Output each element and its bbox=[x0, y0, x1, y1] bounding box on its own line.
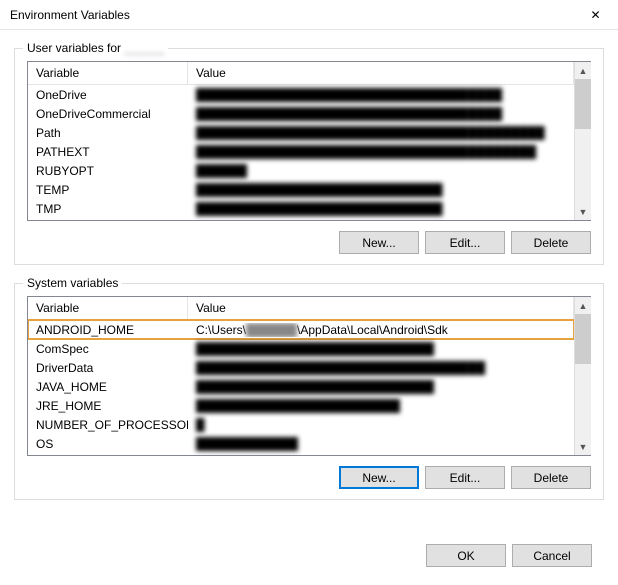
table-row[interactable]: OS████████████ bbox=[28, 434, 574, 453]
cell-variable: ComSpec bbox=[28, 342, 188, 356]
cell-variable: TEMP bbox=[28, 183, 188, 197]
cell-value: ████████████████████████████ bbox=[188, 342, 574, 356]
cell-value: █████████████████████████████ bbox=[188, 202, 574, 216]
user-label-prefix: User variables for bbox=[27, 41, 124, 55]
cell-value: ████████████████████████████████████████… bbox=[188, 126, 574, 140]
system-buttons: New... Edit... Delete bbox=[27, 466, 591, 489]
ok-button[interactable]: OK bbox=[426, 544, 506, 567]
table-row[interactable]: OneDrive████████████████████████████████… bbox=[28, 85, 574, 104]
dialog-content: User variables for ______ Variable Value… bbox=[0, 30, 618, 530]
cell-variable: RUBYOPT bbox=[28, 164, 188, 178]
cell-value: ████████████████████████████████████ bbox=[188, 88, 574, 102]
user-col-variable[interactable]: Variable bbox=[28, 62, 188, 84]
dialog-footer: OK Cancel bbox=[0, 530, 618, 581]
system-scrollbar[interactable]: ▲ ▼ bbox=[574, 297, 591, 455]
cell-value: █████████████████████████████ bbox=[188, 183, 574, 197]
cell-value: C:\Users\██████\AppData\Local\Android\Sd… bbox=[188, 323, 574, 337]
table-row[interactable]: OneDriveCommercial██████████████████████… bbox=[28, 104, 574, 123]
cell-value: █ bbox=[188, 418, 574, 432]
table-row[interactable]: DriverData██████████████████████████████… bbox=[28, 358, 574, 377]
user-buttons: New... Edit... Delete bbox=[27, 231, 591, 254]
scroll-up-icon[interactable]: ▲ bbox=[575, 62, 591, 79]
system-new-button[interactable]: New... bbox=[339, 466, 419, 489]
cell-variable: NUMBER_OF_PROCESSORS bbox=[28, 418, 188, 432]
cell-value: ████████████ bbox=[188, 437, 574, 451]
user-new-button[interactable]: New... bbox=[339, 231, 419, 254]
system-variables-table[interactable]: Variable Value ANDROID_HOMEC:\Users\████… bbox=[27, 296, 591, 456]
scroll-thumb[interactable] bbox=[575, 79, 591, 129]
table-row[interactable]: ANDROID_HOMEC:\Users\██████\AppData\Loca… bbox=[28, 320, 574, 339]
table-row[interactable]: RUBYOPT██████ bbox=[28, 161, 574, 180]
user-edit-button[interactable]: Edit... bbox=[425, 231, 505, 254]
cell-variable: TMP bbox=[28, 202, 188, 216]
system-variables-label: System variables bbox=[23, 276, 122, 290]
cell-value: ██████████████████████████████████ bbox=[188, 361, 574, 375]
cell-variable: Path bbox=[28, 126, 188, 140]
cell-variable: DriverData bbox=[28, 361, 188, 375]
user-variables-label: User variables for ______ bbox=[23, 41, 168, 55]
user-table-header: Variable Value bbox=[28, 62, 574, 85]
cell-variable: JAVA_HOME bbox=[28, 380, 188, 394]
close-icon: ✕ bbox=[590, 8, 600, 22]
user-scrollbar[interactable]: ▲ ▼ bbox=[574, 62, 591, 220]
system-col-variable[interactable]: Variable bbox=[28, 297, 188, 319]
cell-variable: OneDriveCommercial bbox=[28, 107, 188, 121]
table-row[interactable]: JAVA_HOME████████████████████████████ bbox=[28, 377, 574, 396]
cell-variable: JRE_HOME bbox=[28, 399, 188, 413]
system-variables-group: System variables Variable Value ANDROID_… bbox=[14, 283, 604, 500]
table-row[interactable]: Path████████████████████████████████████… bbox=[28, 123, 574, 142]
system-delete-button[interactable]: Delete bbox=[511, 466, 591, 489]
titlebar: Environment Variables ✕ bbox=[0, 0, 618, 30]
cell-variable: OS bbox=[28, 437, 188, 451]
cell-variable: PATHEXT bbox=[28, 145, 188, 159]
cell-value: ████████████████████████████████████████ bbox=[188, 145, 574, 159]
scroll-down-icon[interactable]: ▼ bbox=[575, 438, 591, 455]
cell-variable: OneDrive bbox=[28, 88, 188, 102]
user-variables-table[interactable]: Variable Value OneDrive█████████████████… bbox=[27, 61, 591, 221]
scroll-up-icon[interactable]: ▲ bbox=[575, 297, 591, 314]
user-label-username: ______ bbox=[124, 41, 164, 55]
cell-value: ████████████████████████████████████ bbox=[188, 107, 574, 121]
table-row[interactable]: NUMBER_OF_PROCESSORS█ bbox=[28, 415, 574, 434]
close-button[interactable]: ✕ bbox=[573, 0, 618, 30]
table-row[interactable]: TMP█████████████████████████████ bbox=[28, 199, 574, 218]
scroll-thumb[interactable] bbox=[575, 314, 591, 364]
user-col-value[interactable]: Value bbox=[188, 62, 574, 84]
cell-variable: ANDROID_HOME bbox=[28, 323, 188, 337]
user-delete-button[interactable]: Delete bbox=[511, 231, 591, 254]
table-row[interactable]: ComSpec████████████████████████████ bbox=[28, 339, 574, 358]
cell-value: ████████████████████████ bbox=[188, 399, 574, 413]
system-table-header: Variable Value bbox=[28, 297, 574, 320]
window-title: Environment Variables bbox=[10, 8, 573, 22]
cancel-button[interactable]: Cancel bbox=[512, 544, 592, 567]
table-row[interactable]: PATHEXT█████████████████████████████████… bbox=[28, 142, 574, 161]
table-row[interactable]: TEMP█████████████████████████████ bbox=[28, 180, 574, 199]
system-col-value[interactable]: Value bbox=[188, 297, 574, 319]
user-variables-group: User variables for ______ Variable Value… bbox=[14, 48, 604, 265]
scroll-track[interactable] bbox=[575, 79, 591, 203]
scroll-track[interactable] bbox=[575, 314, 591, 438]
system-edit-button[interactable]: Edit... bbox=[425, 466, 505, 489]
table-row[interactable]: JRE_HOME████████████████████████ bbox=[28, 396, 574, 415]
scroll-down-icon[interactable]: ▼ bbox=[575, 203, 591, 220]
cell-value: ████████████████████████████ bbox=[188, 380, 574, 394]
cell-value: ██████ bbox=[188, 164, 574, 178]
